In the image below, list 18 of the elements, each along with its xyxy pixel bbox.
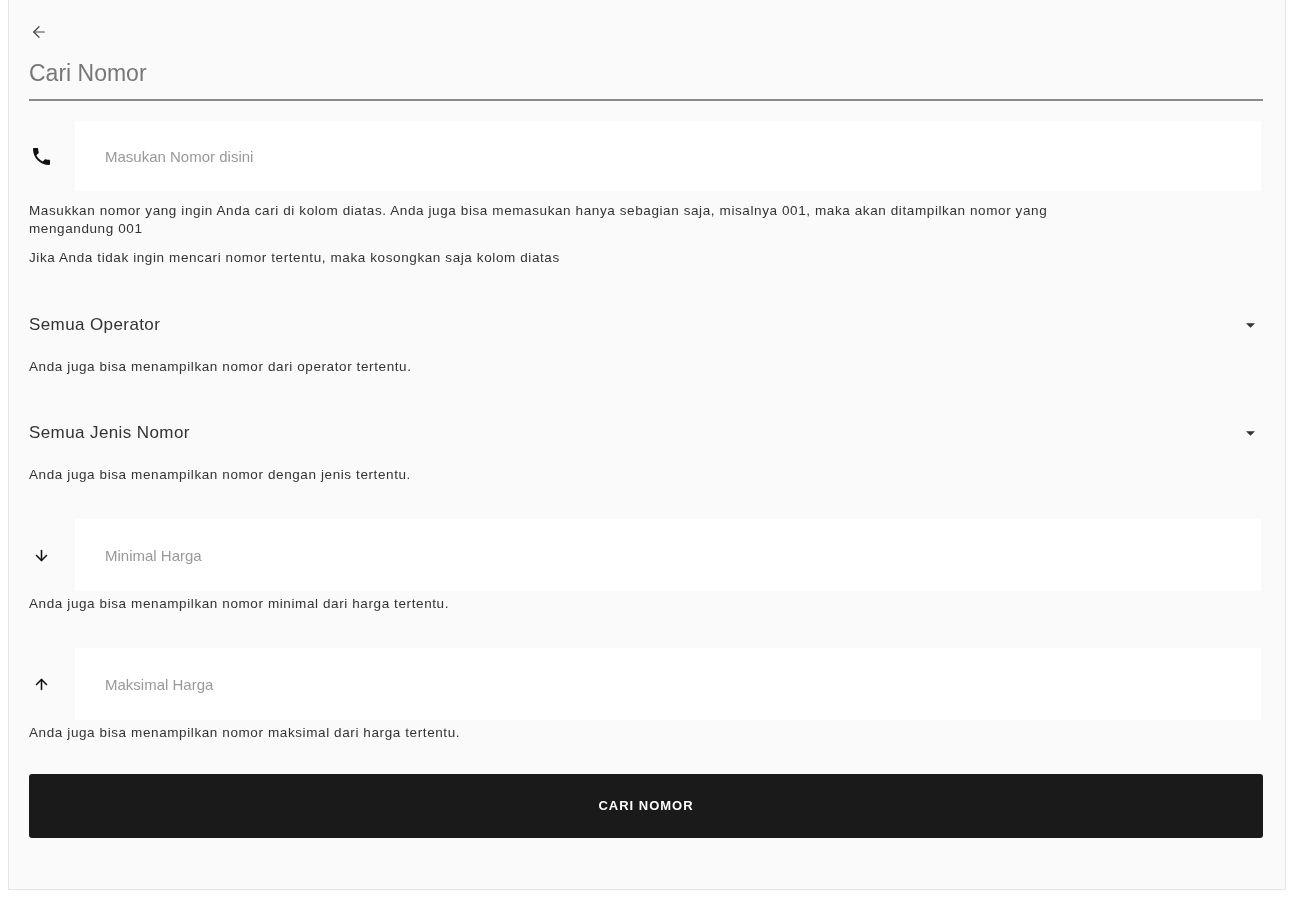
hint-text: Anda juga bisa menampilkan nomor minimal dari harga tertentu.	[29, 595, 451, 613]
dropdown-select[interactable]: Semua Jenis Nomor	[29, 419, 1263, 447]
hint-text: Anda juga bisa menampilkan nomor dari operator tertentu.	[29, 358, 413, 376]
search-submit-button[interactable]: CARI NOMOR	[29, 774, 1263, 838]
dropdown-caret-icon	[1246, 322, 1255, 328]
phone-icon	[33, 147, 50, 165]
dropdown-caret-icon	[1246, 430, 1255, 436]
select-value: Semua Jenis Nomor	[29, 422, 190, 445]
hint-text: Anda juga bisa menampilkan nomor maksimal dari harga tertentu.	[29, 724, 462, 742]
price-input-field[interactable]: Minimal Harga	[75, 519, 1261, 591]
hint-text: Jika Anda tidak ingin mencari nomor tertentu, maka kosongkan saja kolom diatas	[29, 249, 561, 267]
hint-text: Masukkan nomor yang ingin Anda cari di kolom diatas. Anda juga bisa memasukan hanya sebagian saja, misalnya 001, maka akan ditampilkan nomor yang mengandung 001	[29, 202, 1049, 238]
price-input-field[interactable]: Maksimal Harga	[75, 648, 1261, 720]
number-input-field[interactable]: Masukan Nomor disini	[75, 121, 1261, 191]
hint-text: Anda juga bisa menampilkan nomor dengan jenis tertentu.	[29, 466, 412, 484]
page-title: Cari Nomor	[29, 59, 148, 87]
select-value: Semua Operator	[29, 314, 161, 337]
dropdown-select[interactable]: Semua Operator	[29, 311, 1263, 339]
